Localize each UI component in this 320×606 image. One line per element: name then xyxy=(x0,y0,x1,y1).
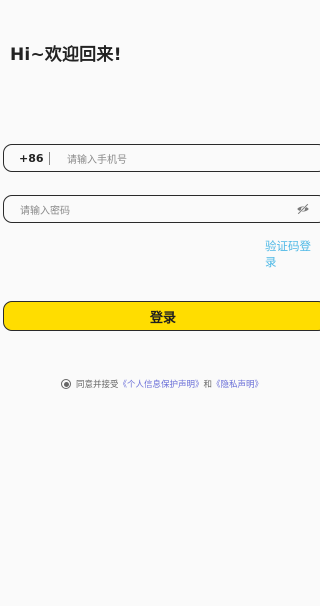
agreement-and: 和 xyxy=(203,380,213,390)
privacy-protection-link[interactable]: 《个人信息保护声明》 xyxy=(119,378,204,390)
phone-input-placeholder[interactable]: 请输入手机号 xyxy=(67,151,127,166)
country-code[interactable]: +86 xyxy=(19,152,49,165)
code-login-link[interactable]: 验证码登录 xyxy=(265,238,320,270)
agree-radio[interactable] xyxy=(61,379,71,389)
login-button[interactable]: 登录 xyxy=(3,301,320,331)
password-field[interactable]: 请输入密码 xyxy=(3,195,320,223)
radio-dot xyxy=(63,381,69,387)
phone-field[interactable]: +86 请输入手机号 xyxy=(3,144,320,172)
login-button-label: 登录 xyxy=(149,310,176,326)
page-title: Hi~欢迎回来! xyxy=(10,45,122,65)
privacy-statement-link[interactable]: 《隐私声明》 xyxy=(212,378,263,390)
divider xyxy=(49,151,50,165)
eye-off-icon[interactable] xyxy=(296,202,310,216)
agreement-prefix: 同意并接受 xyxy=(76,380,119,390)
password-input-placeholder[interactable]: 请输入密码 xyxy=(20,202,70,217)
agreement-row: 同意并接受 《个人信息保护声明》 和 《隐私声明》 xyxy=(61,378,263,390)
